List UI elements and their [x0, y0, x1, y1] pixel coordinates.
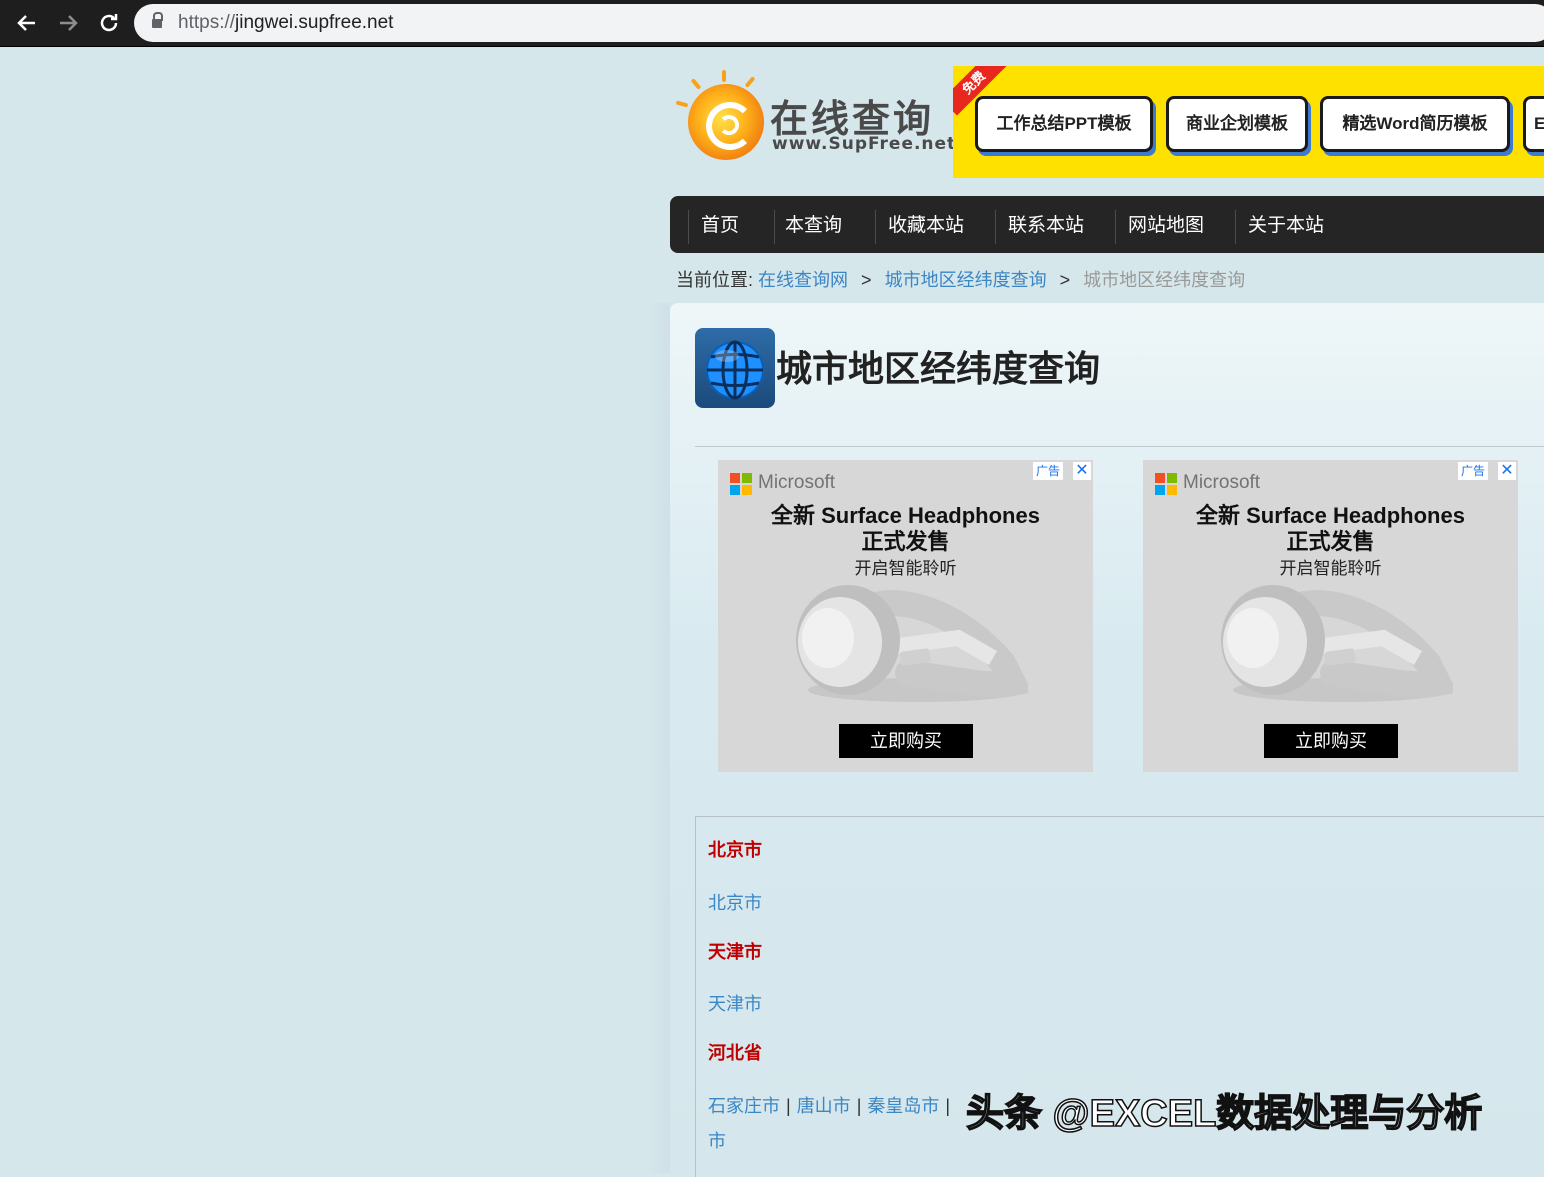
nav-home[interactable]: 首页: [701, 196, 739, 253]
nav-contact[interactable]: 联系本站: [1008, 196, 1084, 253]
breadcrumb-separator: >: [861, 270, 872, 290]
city-link[interactable]: 石家庄市: [708, 1096, 780, 1116]
surface-headphones-ad[interactable]: 广告 ✕ Microsoft 全新 Surface Headphones 正式发…: [1143, 460, 1518, 772]
ad-label: 广告: [1457, 462, 1488, 480]
url-host: jingwei.supfree.net: [235, 12, 394, 33]
breadcrumb-current: 城市地区经纬度查询: [1083, 270, 1246, 290]
buy-now-button[interactable]: 立即购买: [839, 724, 973, 758]
city-link[interactable]: 天津市: [708, 994, 762, 1014]
nav-about[interactable]: 关于本站: [1248, 196, 1324, 253]
breadcrumb-separator: >: [1059, 270, 1071, 290]
city-link-list: 天津市: [708, 990, 762, 1016]
lock-icon: [152, 12, 163, 29]
nav-sitemap[interactable]: 网站地图: [1128, 196, 1204, 253]
ad-headline-2: 正式发售: [861, 529, 950, 554]
breadcrumb-section-link[interactable]: 城市地区经纬度查询: [885, 270, 1047, 290]
site-logo[interactable]: 在线查询 www.SupFree.net: [675, 68, 955, 168]
logo-subtitle: www.SupFree.net: [772, 134, 957, 154]
headphones-image: [1221, 585, 1453, 702]
city-link-list: 北京市: [708, 889, 762, 915]
url-scheme: https://: [178, 12, 236, 33]
sun-logo-icon: [688, 84, 764, 160]
arrow-right-icon: [60, 15, 78, 31]
banner-button-ppt[interactable]: 工作总结PPT模板: [975, 96, 1153, 152]
nav-bookmark[interactable]: 收藏本站: [888, 196, 964, 253]
banner-button-resume[interactable]: 精选Word简历模板: [1320, 96, 1510, 152]
url-text[interactable]: https://jingwei.supfree.net: [178, 12, 393, 34]
microsoft-logo-icon: [1155, 473, 1177, 495]
ad-headline-2: 正式发售: [1286, 529, 1375, 554]
province-heading: 天津市: [708, 942, 762, 962]
buy-now-button[interactable]: 立即购买: [1264, 724, 1398, 758]
banner-button-business[interactable]: 商业企划模板: [1166, 96, 1308, 152]
surface-headphones-ad[interactable]: 广告 ✕ Microsoft 全新 Surface Headphones 正式发…: [718, 460, 1093, 772]
reload-icon: [100, 14, 118, 32]
city-link[interactable]: 秦皇岛市: [867, 1096, 939, 1116]
ad-subtitle: 开启智能聆听: [854, 559, 957, 578]
headphones-image: [796, 585, 1028, 702]
browser-toolbar: https://jingwei.supfree.net: [0, 0, 1544, 47]
page-title: 城市地区经纬度查询: [776, 348, 1101, 389]
arrow-left-icon: [17, 15, 35, 31]
province-heading: 北京市: [708, 840, 762, 860]
nav-this-query[interactable]: 本查询: [785, 196, 842, 253]
province-heading: 河北省: [708, 1043, 762, 1063]
ad-brand: Microsoft: [1183, 472, 1261, 493]
template-banner-ad[interactable]: 免费 工作总结PPT模板 商业企划模板 精选Word简历模板 E: [953, 66, 1544, 178]
divider: [695, 446, 1544, 447]
watermark: 头条 @EXCEL数据处理与分析: [965, 1092, 1483, 1136]
ad-brand: Microsoft: [758, 472, 836, 493]
reload-button[interactable]: [94, 8, 124, 38]
microsoft-logo-icon: [730, 473, 752, 495]
panel-shadow: [646, 303, 670, 1173]
main-nav: 首页 本查询 收藏本站 联系本站 网站地图 关于本站: [670, 196, 1544, 253]
breadcrumb-prefix: 当前位置:: [676, 270, 754, 290]
breadcrumb-home-link[interactable]: 在线查询网: [758, 270, 848, 290]
ad-label: 广告: [1032, 462, 1063, 480]
banner-button-more[interactable]: E: [1523, 96, 1544, 152]
city-link-wrapped[interactable]: 市: [708, 1127, 726, 1153]
breadcrumb: 当前位置: 在线查询网 > 城市地区经纬度查询 > 城市地区经纬度查询: [676, 266, 1245, 292]
forward-button[interactable]: [53, 8, 83, 38]
globe-icon: [695, 328, 775, 408]
city-link-list: 石家庄市 | 唐山市 | 秦皇岛市 |: [708, 1096, 951, 1116]
address-bar[interactable]: https://jingwei.supfree.net: [134, 4, 1544, 42]
back-button[interactable]: [12, 8, 42, 38]
ad-close-icon[interactable]: ✕: [1073, 462, 1091, 480]
city-link[interactable]: 北京市: [708, 893, 762, 913]
ad-subtitle: 开启智能聆听: [1279, 559, 1382, 578]
ad-close-icon[interactable]: ✕: [1498, 462, 1516, 480]
city-link[interactable]: 唐山市: [797, 1096, 851, 1116]
